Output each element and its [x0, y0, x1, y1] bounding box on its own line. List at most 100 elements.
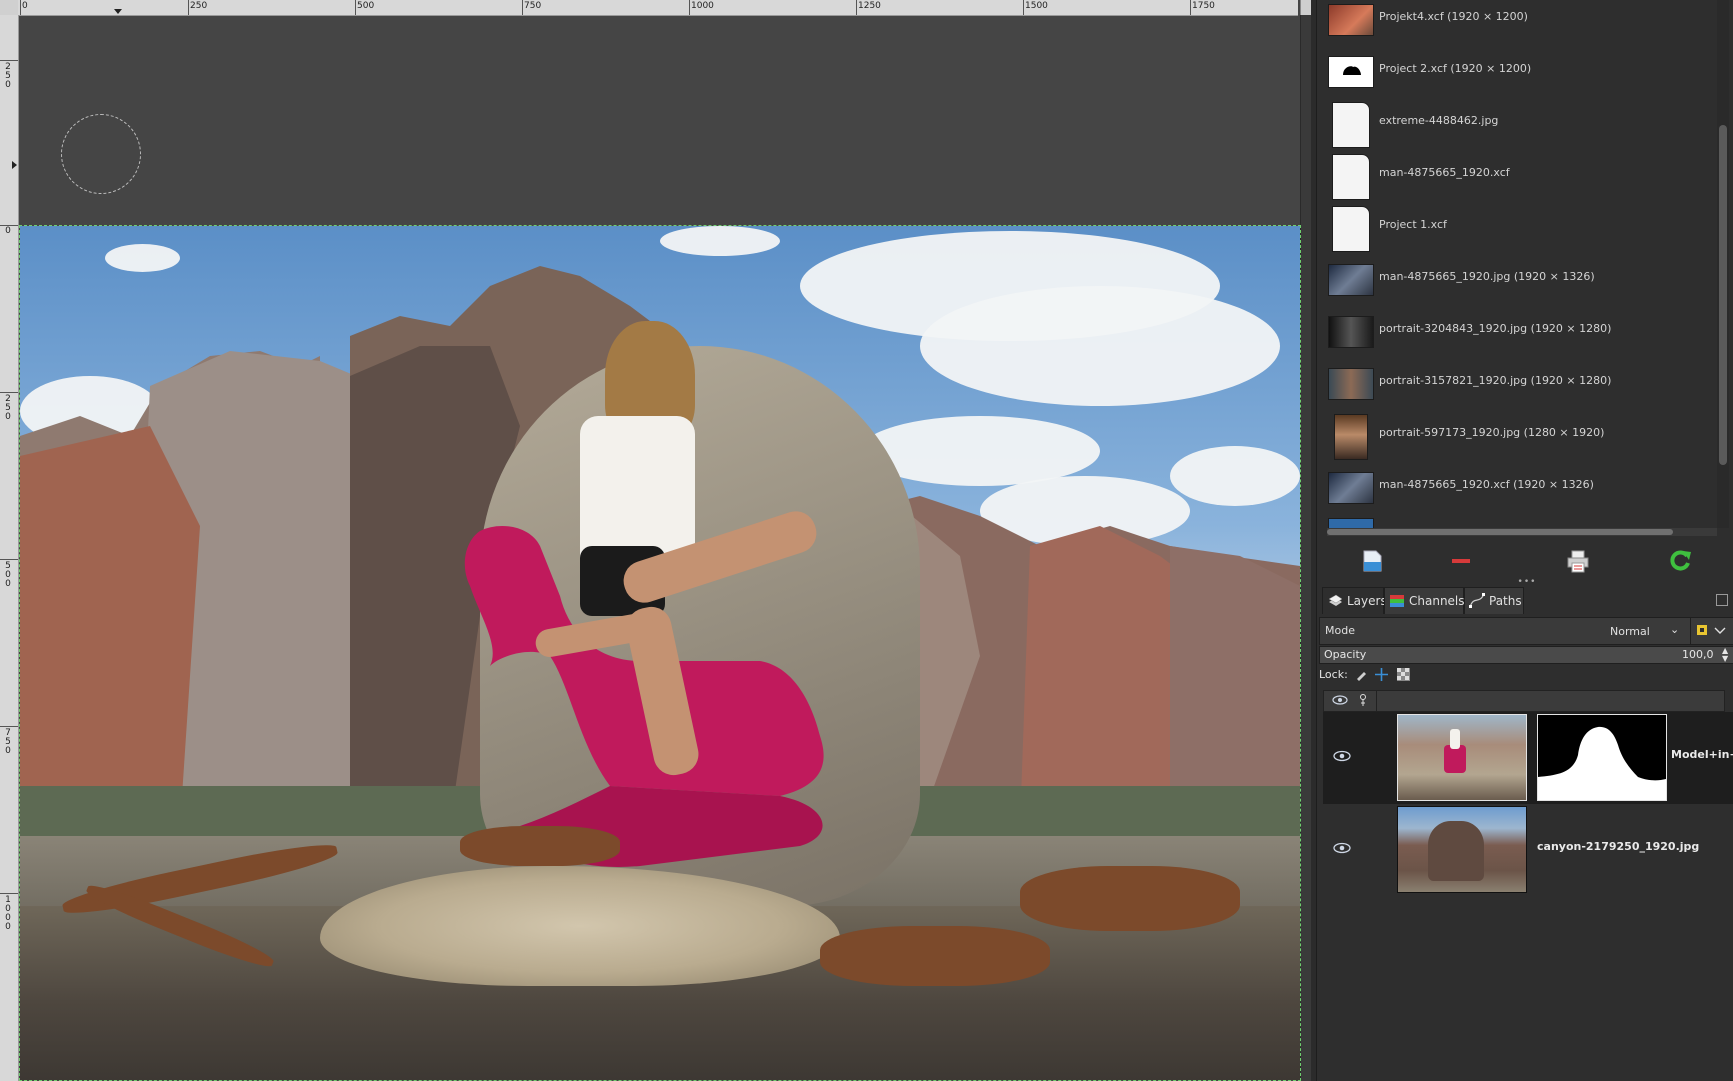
ruler-corner	[0, 0, 18, 15]
image-list-item[interactable]: man-4875665_1920.xcf (1920 × 1326)	[1317, 468, 1717, 520]
opacity-value[interactable]: 100,0	[1682, 648, 1714, 661]
ruler-label: 250	[5, 62, 11, 90]
ruler-label: 0	[22, 1, 28, 11]
chair-miniature	[1444, 745, 1466, 773]
navigate-button[interactable]	[1300, 0, 1311, 15]
canvas-vertical-scrollbar[interactable]	[1300, 15, 1311, 1081]
image-list-item[interactable]: extreme-4488462.jpg	[1317, 102, 1717, 156]
header-divider	[1376, 691, 1377, 711]
chevron-down-icon[interactable]: ⌄	[1670, 623, 1679, 636]
image-list-label: man-4875665_1920.xcf	[1379, 166, 1510, 179]
layer-name[interactable]: canyon-2179250_1920.jpg	[1537, 840, 1699, 853]
composite-mode-button[interactable]	[1690, 618, 1733, 644]
opacity-slider[interactable]: Opacity 100,0 ▲ ▼	[1319, 646, 1733, 664]
image-list-label: man-4875665_1920.jpg (1920 × 1326)	[1379, 270, 1595, 283]
image-thumbnail	[1328, 316, 1374, 348]
canvas-image[interactable]	[19, 225, 1301, 1081]
layer-thumbnail[interactable]	[1397, 714, 1527, 801]
image-list-label: Project 2.xcf (1920 × 1200)	[1379, 62, 1532, 75]
composite-mode-icon	[1697, 625, 1726, 635]
image-list-item[interactable]: Project 1.xcf	[1317, 206, 1717, 260]
ruler-label: 1750	[1192, 1, 1215, 11]
layers-list[interactable]: Model+in+ canyon-2179250_1920.jpg	[1323, 712, 1733, 1081]
layer-name[interactable]: Model+in+	[1671, 748, 1733, 761]
image-list-item[interactable]: portrait-597173_1920.jpg (1280 × 1920)	[1317, 414, 1717, 468]
tab-layers[interactable]: Layers	[1322, 587, 1387, 614]
brush-outline-cursor	[61, 114, 141, 194]
layer-row[interactable]: Model+in+	[1323, 712, 1733, 804]
tab-menu-button[interactable]	[1716, 594, 1728, 606]
ruler-label: 500	[357, 1, 375, 11]
layer-row[interactable]: canyon-2179250_1920.jpg	[1323, 804, 1733, 896]
image-list-label: portrait-3204843_1920.jpg (1920 × 1280)	[1379, 322, 1612, 335]
driftwood	[460, 826, 620, 866]
ruler-major-tick	[0, 60, 18, 61]
images-toolbar	[1317, 540, 1733, 580]
eye-icon[interactable]	[1333, 750, 1351, 762]
ruler-major-tick	[0, 559, 18, 560]
model-miniature	[1450, 729, 1460, 749]
tab-channels[interactable]: Channels	[1384, 587, 1465, 614]
ruler-pointer-icon	[114, 9, 122, 14]
lock-row: Lock:	[1319, 665, 1732, 685]
lock-pixels-icon[interactable]	[1355, 668, 1368, 681]
ruler-label: 0	[5, 226, 11, 236]
image-thumbnail	[1328, 472, 1374, 504]
ruler-label: 250	[190, 1, 208, 11]
images-hscroll-thumb[interactable]	[1327, 529, 1673, 535]
ruler-label: 1000	[5, 895, 11, 932]
image-list-label: Project 1.xcf	[1379, 218, 1447, 231]
dock-resize-handle[interactable]: •••	[1517, 578, 1537, 587]
ruler-label: 500	[5, 561, 11, 589]
refresh-button[interactable]	[1667, 548, 1693, 574]
image-thumbnail	[1328, 56, 1374, 88]
ruler-label: 1500	[1025, 1, 1048, 11]
print-button[interactable]	[1565, 548, 1591, 574]
opacity-label: Opacity	[1324, 648, 1367, 661]
document-icon	[1332, 102, 1370, 148]
layer-mode-row[interactable]: Mode Normal ⌄	[1319, 617, 1733, 645]
document-icon	[1332, 206, 1370, 252]
ruler-pointer-icon	[12, 161, 17, 169]
lock-label: Lock:	[1319, 668, 1348, 681]
tab-label: Paths	[1489, 594, 1522, 608]
print-icon	[1567, 550, 1589, 573]
image-list-item[interactable]: portrait-3157821_1920.jpg (1920 × 1280)	[1317, 364, 1717, 416]
images-scroll-thumb[interactable]	[1719, 125, 1727, 465]
lock-alpha-icon[interactable]	[1397, 668, 1410, 681]
horizontal-ruler[interactable]: 0 250 500 750 1000 1250 1500 1750	[18, 0, 1298, 16]
ruler-major-tick	[0, 726, 18, 727]
image-list-item[interactable]: man-4875665_1920.jpg (1920 × 1326)	[1317, 260, 1717, 312]
channels-icon	[1390, 595, 1404, 607]
image-list-item[interactable]: Project 2.xcf (1920 × 1200)	[1317, 52, 1717, 104]
vertical-ruler[interactable]: 250 0 250 500 750 1000	[0, 15, 19, 1081]
canvas-area[interactable]: 0 250 500 750 1000 1250 1500 1750 250 0 …	[0, 0, 1311, 1081]
layers-list-header	[1323, 690, 1725, 712]
eye-icon[interactable]	[1333, 842, 1351, 854]
layer-mask-thumbnail[interactable]	[1537, 714, 1667, 801]
mask-shape-icon	[1538, 715, 1666, 800]
right-dock: Projekt4.xcf (1920 × 1200) Project 2.xcf…	[1316, 0, 1733, 1081]
image-list-item[interactable]: man-4875665_1920.xcf	[1317, 154, 1717, 208]
ruler-label: 750	[524, 1, 542, 11]
image-list-item[interactable]: Projekt4.xcf (1920 × 1200)	[1317, 0, 1717, 52]
delete-image-button[interactable]	[1448, 548, 1474, 574]
ruler-label: 250	[5, 394, 11, 422]
images-list[interactable]: Projekt4.xcf (1920 × 1200) Project 2.xcf…	[1317, 0, 1717, 528]
opacity-spin-icon[interactable]: ▲ ▼	[1722, 647, 1732, 663]
new-display-button[interactable]	[1359, 548, 1385, 574]
ruler-major-tick	[0, 893, 18, 894]
layer-thumbnail[interactable]	[1397, 806, 1527, 893]
image-list-item[interactable]: portrait-3204843_1920.jpg (1920 × 1280)	[1317, 312, 1717, 364]
image-list-label: man-4875665_1920.xcf (1920 × 1326)	[1379, 478, 1594, 491]
chain-header-icon	[1358, 693, 1368, 710]
tab-label: Layers	[1347, 594, 1387, 608]
tab-paths[interactable]: Paths	[1464, 587, 1524, 614]
image-thumbnail	[1328, 518, 1374, 528]
mode-value[interactable]: Normal	[1610, 625, 1650, 638]
paths-icon	[1469, 593, 1485, 608]
image-list-item-partial[interactable]	[1317, 514, 1717, 528]
lock-position-icon[interactable]	[1375, 668, 1388, 681]
ruler-label: 1000	[691, 1, 714, 11]
image-list-label: portrait-3157821_1920.jpg (1920 × 1280)	[1379, 374, 1612, 387]
